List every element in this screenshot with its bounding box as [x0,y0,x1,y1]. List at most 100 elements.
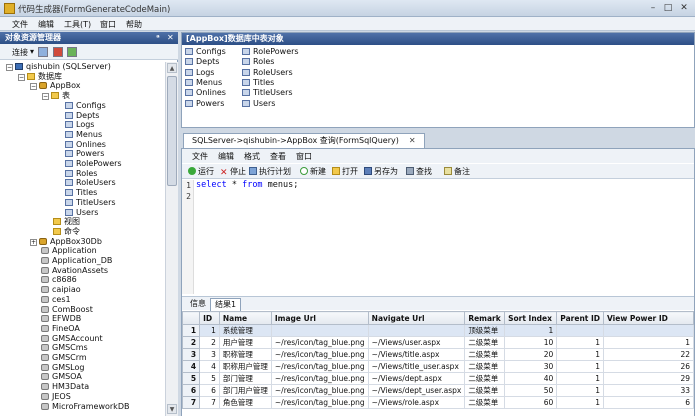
table-cell[interactable]: 3 [199,348,220,361]
filter-icon[interactable] [67,47,77,57]
table-row[interactable]: 4 4 职称用户管理 ~/res/icon/tag_blue.png ~/Views/t… [182,360,694,373]
collapse-icon[interactable]: − [6,64,13,71]
table-cell[interactable]: ~/Views/title.aspx [367,348,466,361]
execution-plan-button[interactable]: 执行计划 [249,166,291,177]
tree-node[interactable]: ces1 [30,295,71,305]
table-cell[interactable]: ~/Views/title_user.aspx [367,360,466,373]
tree-node[interactable]: Application [30,246,97,256]
scroll-down-icon[interactable]: ▼ [167,404,177,414]
table-cell[interactable]: 1 [556,360,604,373]
table-item[interactable]: Roles [242,57,274,67]
tree-node[interactable]: Application_DB [30,256,112,266]
table-cell[interactable]: 5 [199,372,220,385]
comment-button[interactable]: 备注 [444,166,470,177]
tab-query[interactable]: SQLServer->qishubin->AppBox 查询(FormSqlQu… [183,133,425,148]
menu-file[interactable]: 文件 [12,19,28,30]
menu-tools[interactable]: 工具(T) [64,19,91,30]
table-cell[interactable]: 二级菜单 [464,396,506,409]
run-button[interactable]: 运行 [188,166,214,177]
menu-window[interactable]: 窗口 [100,19,116,30]
connect-dropdown-icon[interactable]: ▾ [30,47,34,56]
tree-node[interactable]: GMSLog [30,363,84,373]
table-cell[interactable]: 顶级菜单 [464,324,506,337]
table-item[interactable]: Logs [185,68,214,78]
table-cell[interactable]: 职称管理 [218,348,272,361]
table-row[interactable]: 7 7 角色管理 ~/res/icon/tag_blue.png ~/Views/rol… [182,396,694,409]
table-cell[interactable]: ~/res/icon/tag_blue.png [270,384,369,397]
column-header[interactable]: View Power ID [603,311,694,325]
table-cell[interactable]: 二级菜单 [464,348,506,361]
tree-node[interactable]: MicroFrameworkDB [30,402,129,412]
table-cell[interactable]: 职称用户管理 [218,360,272,373]
table-cell[interactable]: 60 [504,396,558,409]
tree-node[interactable]: Titles [54,188,97,198]
tree-node[interactable]: GMSCrm [30,353,87,363]
result-grid[interactable]: ID Name Image Url Navigate Url Remark Sort In… [182,311,694,416]
column-header[interactable]: Parent ID [556,311,604,325]
maximize-button[interactable]: □ [661,2,675,14]
table-cell[interactable]: 1 [556,348,604,361]
query-menu-view[interactable]: 查看 [270,151,286,162]
table-cell[interactable]: 33 [603,384,694,397]
table-item[interactable]: TitleUsers [242,88,293,98]
row-header[interactable]: 7 [182,396,201,409]
table-cell[interactable]: 二级菜单 [464,372,506,385]
table-cell[interactable]: ~/Views/user.aspx [367,336,466,349]
tree-node[interactable]: Menus [54,130,102,140]
table-cell[interactable]: 26 [603,360,694,373]
tree-node[interactable]: Users [54,208,98,218]
column-header[interactable]: Name [218,311,272,325]
minimize-button[interactable]: – [646,2,660,14]
scroll-thumb[interactable] [167,76,177,186]
tree-node[interactable]: JEOS [30,392,71,402]
tab-result-1[interactable]: 结果1 [210,298,242,311]
table-item[interactable]: Menus [185,78,222,88]
close-button[interactable]: ✕ [677,2,691,14]
tree-node[interactable]: ComBoost [30,305,93,315]
tab-messages[interactable]: 信息 [186,298,210,311]
table-cell[interactable]: 1 [556,372,604,385]
table-cell[interactable]: 二级菜单 [464,360,506,373]
tree-node[interactable]: 命令 [42,227,80,237]
tree-node[interactable]: c8686 [30,275,77,285]
column-header[interactable]: Navigate Url [367,311,466,325]
save-as-button[interactable]: 另存为 [364,166,398,177]
tree-node[interactable]: Depts [54,111,99,121]
table-row[interactable]: 3 3 职称管理 ~/res/icon/tag_blue.png ~/Views/tit… [182,348,694,361]
tree-node[interactable]: GMSOA [30,372,82,382]
column-header[interactable]: Image Url [270,311,369,325]
table-row[interactable]: 2 2 用户管理 ~/res/icon/tag_blue.png ~/Views/use… [182,336,694,349]
table-cell[interactable]: 部门管理 [218,372,272,385]
expand-icon[interactable]: + [30,238,37,246]
table-cell[interactable]: 二级菜单 [464,336,506,349]
table-cell[interactable]: 7 [199,396,220,409]
tree-node[interactable]: RolePowers [54,159,122,169]
table-cell[interactable]: 1 [556,336,604,349]
column-header[interactable]: ID [199,311,220,325]
tree-node[interactable]: caipiao [30,285,81,295]
table-cell[interactable] [270,324,369,337]
table-cell[interactable]: 30 [504,360,558,373]
table-item[interactable]: Powers [185,99,224,109]
table-item[interactable]: Users [242,99,275,109]
table-cell[interactable]: ~/res/icon/tag_blue.png [270,360,369,373]
table-cell[interactable]: 10 [504,336,558,349]
collapse-icon[interactable]: − [30,83,37,91]
query-menu-format[interactable]: 格式 [244,151,260,162]
tab-close-icon[interactable]: ✕ [409,136,416,145]
panel-close-icon[interactable]: ✕ [167,32,174,44]
table-cell[interactable]: ~/res/icon/tag_blue.png [270,336,369,349]
find-button[interactable]: 查找 [406,166,432,177]
tree-node[interactable]: RoleUsers [54,178,116,188]
tree-node[interactable]: Roles [54,169,97,179]
table-cell[interactable]: 29 [603,372,694,385]
table-cell[interactable]: ~/Views/role.aspx [367,396,466,409]
table-item[interactable]: Onlines [185,88,226,98]
collapse-icon[interactable]: − [42,93,49,101]
column-header[interactable]: Sort Index [504,311,558,325]
table-cell[interactable]: 40 [504,372,558,385]
table-item[interactable]: RoleUsers [242,68,293,78]
column-header[interactable]: Remark [464,311,506,325]
collapse-icon[interactable]: − [18,73,25,81]
tree-node[interactable]: 视图 [42,217,80,227]
